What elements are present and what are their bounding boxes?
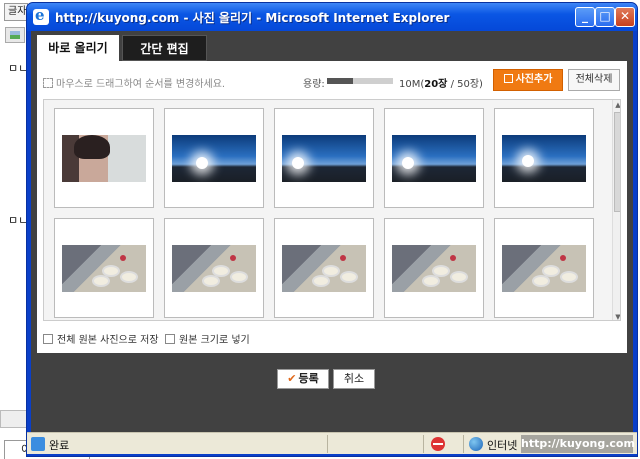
bowl: [422, 275, 440, 287]
bowl: [92, 275, 110, 287]
capacity-bar: [327, 78, 393, 84]
food-item: [560, 255, 566, 261]
original-size-checkbox[interactable]: [165, 334, 175, 344]
bowl: [230, 271, 248, 283]
photo-thumbnail[interactable]: [54, 218, 154, 318]
check-icon: ✔: [287, 372, 297, 385]
photo-image: [282, 245, 366, 292]
zone-text: 인터넷: [487, 439, 518, 452]
bowl: [120, 271, 138, 283]
background-tab[interactable]: 글자: [4, 3, 28, 21]
original-size-label: 원본 크기로 넣기: [179, 335, 250, 346]
food-item: [120, 255, 126, 261]
minimize-button[interactable]: _: [575, 7, 595, 27]
status-bar: 완료 인터넷 http://kuyong.com: [27, 432, 637, 454]
drag-hint-text: 마우스로 드래그하여 순서를 변경하세요.: [56, 79, 226, 90]
capacity-fill: [327, 78, 354, 84]
capacity-suffix: / 50장): [447, 79, 483, 90]
title-bar[interactable]: http://kuyong.com - 사진 올리기 - Microsoft I…: [27, 3, 637, 31]
bowl: [312, 275, 330, 287]
drag-icon: [43, 78, 53, 88]
photo-thumbnail[interactable]: [164, 108, 264, 208]
close-button[interactable]: ✕: [615, 7, 635, 27]
photo-image: [172, 245, 256, 292]
photo-thumbnail[interactable]: [384, 218, 484, 318]
drag-hint: 마우스로 드래그하여 순서를 변경하세요.: [43, 75, 225, 90]
bowl: [340, 271, 358, 283]
bowl: [532, 275, 550, 287]
photo-thumbnail[interactable]: [384, 108, 484, 208]
sun-glare: [196, 157, 208, 169]
person-hair: [74, 135, 110, 159]
photo-thumbnail[interactable]: [274, 218, 374, 318]
photo-thumbnail[interactable]: [164, 218, 264, 318]
photo-image: [62, 245, 146, 292]
food-item: [230, 255, 236, 261]
image-icon[interactable]: [5, 27, 25, 43]
watermark: http://kuyong.com: [521, 435, 635, 453]
capacity-count: 20장: [424, 79, 448, 90]
food-item: [450, 255, 456, 261]
upload-panel: 마우스로 드래그하여 순서를 변경하세요. 용량: 10M(20장 / 50장)…: [37, 61, 627, 353]
status-divider: [423, 435, 424, 453]
capacity-text: 10M(20장 / 50장): [399, 75, 483, 90]
register-button[interactable]: ✔ 등록: [277, 369, 329, 389]
scroll-down-icon[interactable]: ▼: [613, 312, 620, 320]
sun-glare: [292, 157, 304, 169]
status-divider: [463, 435, 464, 453]
status-divider: [327, 435, 328, 453]
save-original-checkbox[interactable]: [43, 334, 53, 344]
add-photo-button[interactable]: 사진추가: [493, 69, 563, 91]
bowl: [202, 275, 220, 287]
horizontal-scrollbar[interactable]: [0, 410, 28, 428]
photo-image: [172, 135, 256, 182]
photo-image: [62, 135, 146, 182]
ie-logo-icon: [33, 6, 49, 25]
status-text: 완료: [49, 439, 70, 452]
sun-glare: [402, 157, 414, 169]
cancel-button[interactable]: 취소: [333, 369, 375, 389]
photo-image: [392, 245, 476, 292]
page-done-icon: [31, 437, 45, 451]
photo-thumbnail[interactable]: [274, 108, 374, 208]
capacity-label: 용량:: [303, 79, 325, 90]
photo-thumbnail[interactable]: [54, 108, 154, 208]
bowl: [450, 271, 468, 283]
photo-image: [282, 135, 366, 182]
window-title: http://kuyong.com - 사진 올리기 - Microsoft I…: [55, 11, 450, 25]
photo-thumbnail[interactable]: [494, 108, 594, 208]
save-original-option[interactable]: 전체 원본 사진으로 저장: [43, 331, 159, 346]
tab-direct-upload[interactable]: 바로 올리기: [37, 35, 119, 61]
scroll-up-icon[interactable]: ▲: [613, 100, 620, 110]
original-size-option[interactable]: 원본 크기로 넣기: [165, 331, 250, 346]
sun-glare: [522, 155, 534, 167]
capacity-prefix: 10M(: [399, 79, 425, 90]
tab-simple-edit[interactable]: 간단 편집: [122, 35, 207, 61]
popup-window: http://kuyong.com - 사진 올리기 - Microsoft I…: [26, 2, 638, 457]
save-original-label: 전체 원본 사진으로 저장: [57, 335, 159, 346]
photo-image: [502, 135, 586, 182]
photo-grid-scrollbar[interactable]: ▲ ▼: [612, 100, 620, 320]
photo-image: [502, 245, 586, 292]
photo-add-icon: [503, 74, 513, 83]
register-label: 등록: [298, 372, 319, 385]
internet-zone-icon: [469, 437, 483, 451]
food-item: [340, 255, 346, 261]
upload-content: 바로 올리기 간단 편집 마우스로 드래그하여 순서를 변경하세요. 용량: 1…: [31, 31, 633, 432]
scroll-thumb[interactable]: [614, 112, 620, 212]
maximize-button[interactable]: □: [595, 7, 615, 27]
delete-all-button[interactable]: 전체삭제: [568, 69, 620, 91]
popup-blocked-icon[interactable]: [431, 437, 445, 451]
photo-thumbnail[interactable]: [494, 218, 594, 318]
photo-image: [392, 135, 476, 182]
add-photo-label: 사진추가: [515, 74, 553, 85]
bowl: [560, 271, 578, 283]
photo-grid: ▲ ▼: [43, 99, 621, 321]
